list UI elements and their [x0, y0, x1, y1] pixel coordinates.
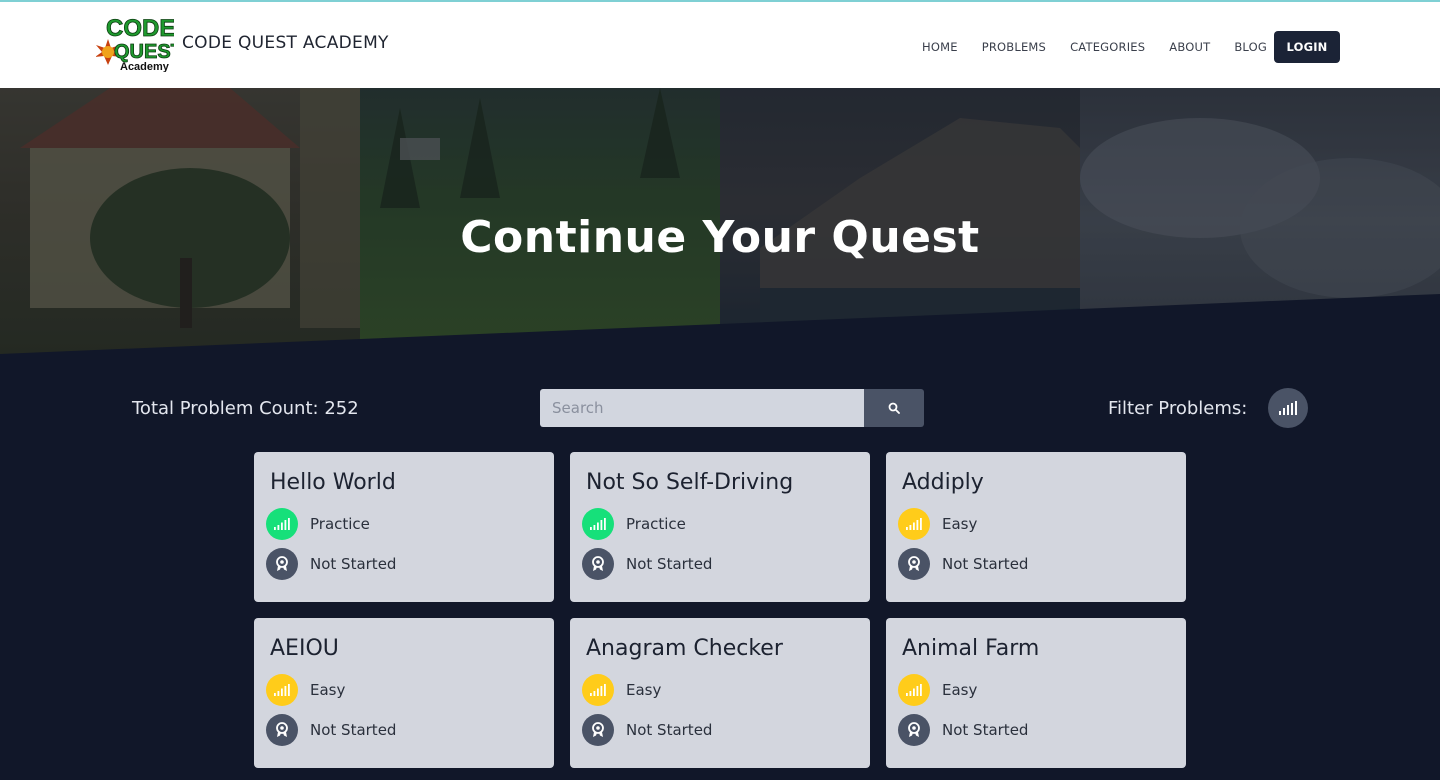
award-ribbon-icon: [276, 556, 288, 571]
nav-problems[interactable]: PROBLEMS: [982, 40, 1046, 54]
award-ribbon-icon: [908, 722, 920, 737]
svg-text:CODE: CODE: [106, 15, 174, 42]
signal-bars-icon: [590, 684, 606, 696]
difficulty-label: Easy: [942, 515, 978, 533]
problem-title: Addiply: [902, 470, 984, 495]
difficulty-badge: [266, 508, 298, 540]
difficulty-row: Practice: [582, 508, 686, 540]
problem-card[interactable]: Hello World Practice Not Started: [254, 452, 554, 602]
difficulty-badge: [582, 674, 614, 706]
total-problem-count: Total Problem Count: 252: [132, 398, 359, 419]
difficulty-row: Practice: [266, 508, 370, 540]
signal-bars-icon: [274, 518, 290, 530]
signal-bars-icon: [1279, 401, 1297, 415]
main-nav: HOME PROBLEMS CATEGORIES ABOUT BLOG: [922, 40, 1291, 54]
status-row: Not Started: [898, 548, 1028, 580]
problem-title: AEIOU: [270, 636, 339, 661]
signal-bars-icon: [906, 518, 922, 530]
status-badge: [582, 548, 614, 580]
status-label: Not Started: [626, 721, 713, 739]
difficulty-badge: [266, 674, 298, 706]
difficulty-badge: [898, 674, 930, 706]
problem-card[interactable]: Not So Self-Driving Practice Not Started: [570, 452, 870, 602]
top-navbar: CODE QUEST Academy CODE QUEST ACADEMY HO…: [0, 0, 1440, 88]
login-button[interactable]: LOGIN: [1274, 31, 1340, 63]
difficulty-label: Easy: [310, 681, 346, 699]
code-quest-logo[interactable]: CODE QUEST Academy: [96, 14, 174, 72]
difficulty-row: Easy: [898, 508, 977, 540]
status-row: Not Started: [266, 714, 396, 746]
svg-text:Academy: Academy: [120, 61, 170, 72]
difficulty-label: Practice: [626, 515, 686, 533]
difficulty-row: Easy: [266, 674, 345, 706]
award-ribbon-icon: [908, 556, 920, 571]
signal-bars-icon: [274, 684, 290, 696]
difficulty-row: Easy: [898, 674, 977, 706]
signal-bars-icon: [590, 518, 606, 530]
problem-card[interactable]: Animal Farm Easy Not Started: [886, 618, 1186, 768]
problem-card[interactable]: Anagram Checker Easy Not Started: [570, 618, 870, 768]
difficulty-label: Easy: [626, 681, 662, 699]
status-row: Not Started: [582, 714, 712, 746]
status-label: Not Started: [942, 721, 1029, 739]
search-icon: [888, 402, 900, 414]
status-badge: [582, 714, 614, 746]
problem-card-grid: Hello World Practice Not Started Not So …: [254, 452, 1186, 768]
award-ribbon-icon: [592, 722, 604, 737]
signal-bars-icon: [906, 684, 922, 696]
status-label: Not Started: [310, 555, 397, 573]
nav-about[interactable]: ABOUT: [1169, 40, 1210, 54]
problem-title: Not So Self-Driving: [586, 470, 794, 495]
search-input[interactable]: [540, 389, 864, 427]
hero-title: Continue Your Quest: [460, 212, 980, 263]
status-label: Not Started: [942, 555, 1029, 573]
problem-title: Anagram Checker: [586, 636, 783, 661]
status-label: Not Started: [626, 555, 713, 573]
status-badge: [898, 714, 930, 746]
difficulty-badge: [898, 508, 930, 540]
difficulty-badge: [582, 508, 614, 540]
problem-title: Hello World: [270, 470, 396, 495]
status-badge: [266, 714, 298, 746]
status-badge: [898, 548, 930, 580]
nav-home[interactable]: HOME: [922, 40, 958, 54]
problem-title: Animal Farm: [902, 636, 1040, 661]
status-row: Not Started: [582, 548, 712, 580]
filter-difficulty-button[interactable]: [1268, 388, 1308, 428]
nav-blog[interactable]: BLOG: [1234, 40, 1267, 54]
search-button[interactable]: [864, 389, 924, 427]
award-ribbon-icon: [276, 722, 288, 737]
brand-name[interactable]: CODE QUEST ACADEMY: [182, 33, 389, 53]
problem-card[interactable]: Addiply Easy Not Started: [886, 452, 1186, 602]
svg-text:QUEST: QUEST: [114, 41, 174, 63]
problem-card[interactable]: AEIOU Easy Not Started: [254, 618, 554, 768]
filter-label: Filter Problems:: [1108, 398, 1248, 419]
status-label: Not Started: [310, 721, 397, 739]
nav-categories[interactable]: CATEGORIES: [1070, 40, 1145, 54]
status-row: Not Started: [898, 714, 1028, 746]
difficulty-label: Easy: [942, 681, 978, 699]
status-row: Not Started: [266, 548, 396, 580]
hero-banner: Continue Your Quest: [0, 88, 1440, 354]
award-ribbon-icon: [592, 556, 604, 571]
difficulty-label: Practice: [310, 515, 370, 533]
status-badge: [266, 548, 298, 580]
difficulty-row: Easy: [582, 674, 661, 706]
